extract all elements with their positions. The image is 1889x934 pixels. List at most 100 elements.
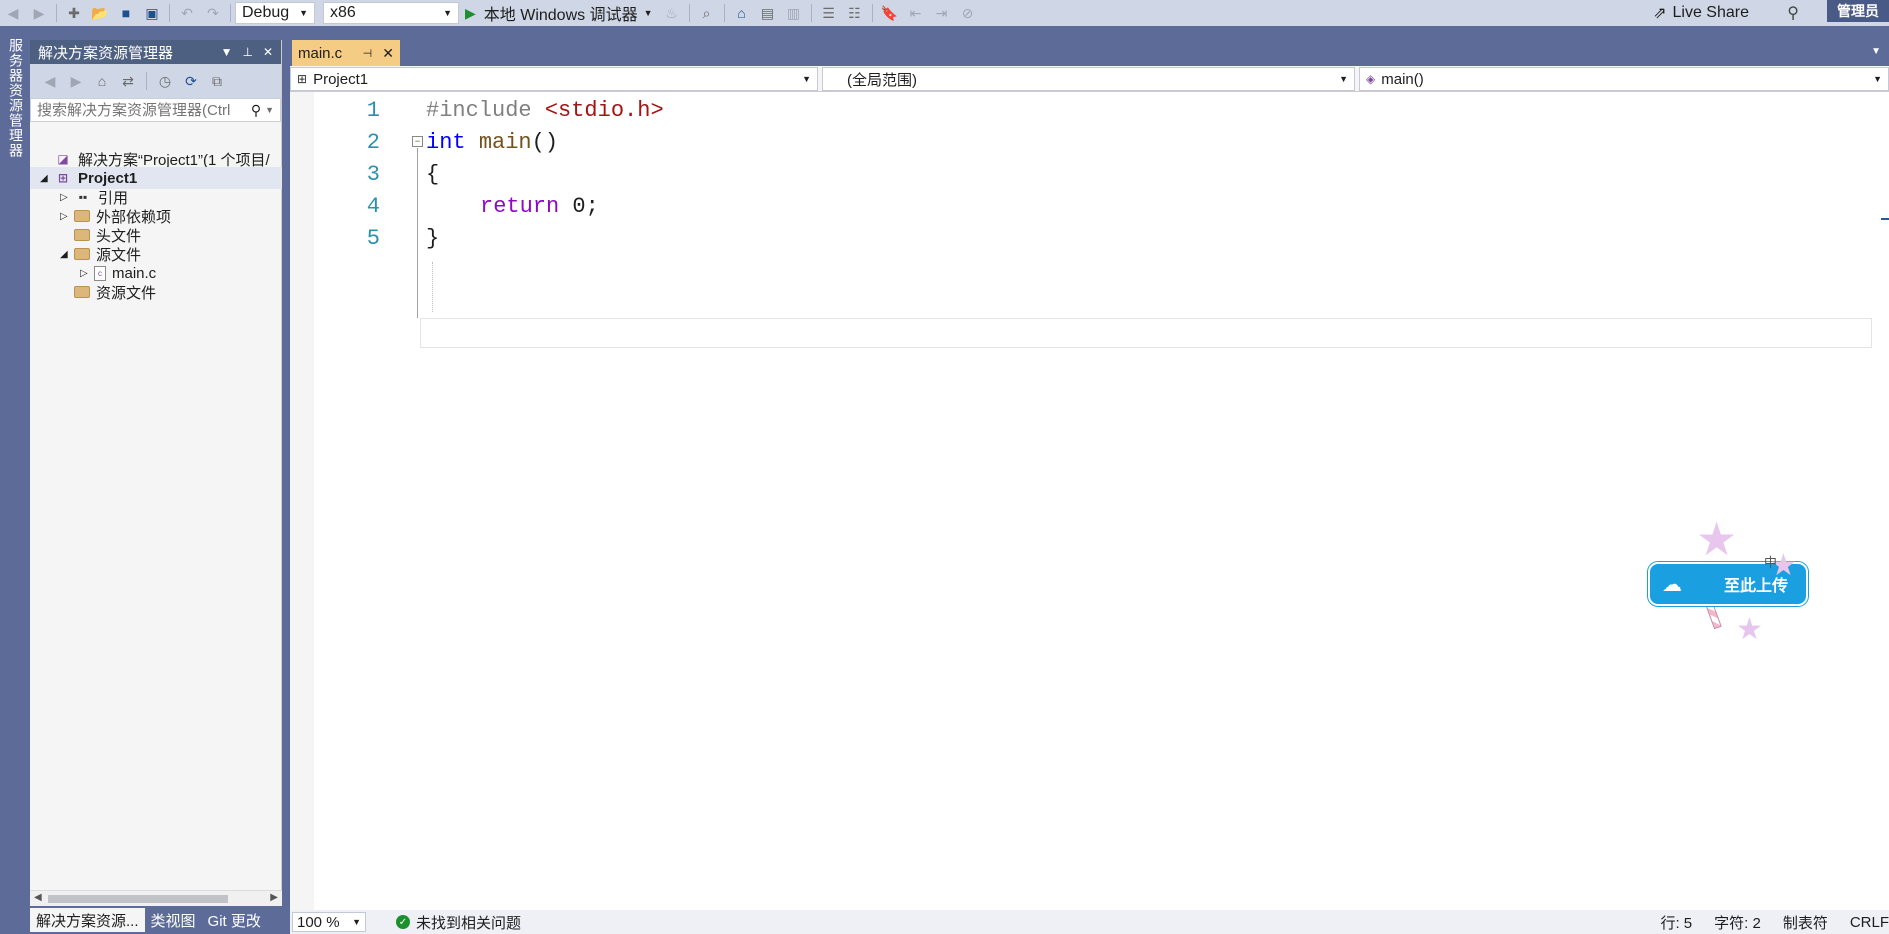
toolbar-separator (723, 4, 725, 22)
toolbar-separator (871, 4, 873, 22)
sync-icon[interactable]: ⟳ (181, 71, 201, 91)
tab-class-view[interactable]: 类视图 (145, 909, 202, 931)
collapse-icon[interactable]: ▷ (60, 211, 74, 222)
collapse-icon[interactable]: ▷ (80, 268, 94, 279)
scroll-left-icon[interactable]: ◀ (34, 892, 42, 903)
zoom-dropdown[interactable]: 100 % ▼ (292, 912, 366, 932)
forward-icon[interactable]: ▶ (66, 71, 86, 91)
paren-token: () (531, 129, 559, 155)
new-project-icon[interactable]: ✚ (63, 3, 85, 23)
code-editor[interactable]: − 1 #include <stdio.h> 2 int main() 3 { … (290, 92, 1889, 910)
collapse-all-icon[interactable]: ⧉ (207, 71, 227, 91)
char-indicator[interactable]: 字符: 2 (1714, 912, 1761, 933)
horizontal-scrollbar[interactable]: ◀ ▶ (30, 890, 282, 906)
share-icon: ⇗ (1653, 5, 1667, 22)
pending-changes-icon[interactable]: ◷ (155, 71, 175, 91)
member-dropdown[interactable]: ◈ main() ▼ (1359, 67, 1889, 91)
expand-icon[interactable]: ◢ (40, 173, 54, 184)
platform-dropdown[interactable]: x86 ▼ (323, 2, 459, 24)
clear-bookmarks-icon[interactable]: ⊘ (957, 3, 979, 23)
chevron-down-icon: ▼ (443, 8, 452, 18)
code-line-4[interactable]: 4 return 0; (290, 190, 1889, 222)
project-icon: ⊞ (297, 72, 308, 86)
chevron-down-icon: ▼ (352, 917, 361, 927)
code-text: int main() (426, 130, 558, 155)
panel-bottom-tabs: 解决方案资源... 类视图 Git 更改 (30, 906, 282, 934)
uncomment-icon[interactable]: ▥ (783, 3, 805, 23)
search-icon[interactable]: ⚲ (251, 102, 261, 119)
prev-bookmark-icon[interactable]: ⇤ (905, 3, 927, 23)
tabs-indicator[interactable]: 制表符 (1783, 912, 1828, 933)
chevron-down-icon[interactable]: ▼ (265, 105, 274, 115)
collapse-icon[interactable]: ▷ (60, 192, 74, 203)
start-debugging-label: 本地 Windows 调试器 (483, 7, 638, 24)
document-tab-strip: main.c ⊣ ✕ ▼ (290, 40, 1889, 66)
switch-views-icon[interactable]: ⇄ (118, 71, 138, 91)
code-line-3[interactable]: 3 { (290, 158, 1889, 190)
search-input[interactable] (37, 101, 251, 119)
zoom-value: 100 % (297, 913, 340, 931)
find-icon[interactable]: ⌕ (696, 3, 718, 23)
toolbar-separator (810, 4, 812, 22)
expand-icon[interactable]: ◢ (60, 249, 74, 260)
tab-solution-explorer[interactable]: 解决方案资源... (30, 908, 145, 932)
status-right-group: 行: 5 字符: 2 制表符 CRLF (1638, 910, 1889, 934)
close-icon[interactable]: ✕ (382, 45, 394, 62)
home-icon[interactable]: ⌂ (92, 71, 112, 91)
save-icon[interactable]: ■ (115, 3, 137, 23)
line-indicator[interactable]: 行: 5 (1660, 912, 1692, 933)
person-icon[interactable]: ⚲ (1787, 3, 1799, 23)
chevron-down-icon[interactable]: ▼ (644, 8, 653, 18)
references-icon: ▪▪ (78, 190, 88, 204)
redo-icon[interactable]: ↷ (202, 3, 224, 23)
configuration-dropdown[interactable]: Debug ▼ (235, 2, 315, 24)
tab-main-c[interactable]: main.c ⊣ ✕ (292, 40, 400, 66)
close-icon[interactable]: ✕ (263, 45, 273, 59)
window-options-icon[interactable]: ▼ (221, 45, 233, 59)
comment-icon[interactable]: ▤ (757, 3, 779, 23)
undo-icon[interactable]: ↶ (176, 3, 198, 23)
panel-title: 解决方案资源管理器 (38, 44, 174, 62)
eol-indicator[interactable]: CRLF (1850, 914, 1889, 931)
back-icon[interactable]: ◀ (2, 3, 24, 23)
scroll-thumb[interactable] (48, 895, 228, 903)
indent-icon[interactable]: ☰ (818, 3, 840, 23)
server-explorer-tab[interactable]: 服务器资源管理器 (6, 38, 26, 158)
pin-icon[interactable]: ⊣ (363, 47, 373, 60)
play-icon: ▶ (465, 4, 476, 21)
code-text: #include <stdio.h> (426, 98, 664, 123)
issues-indicator[interactable]: ✓ 未找到相关问题 (396, 912, 521, 933)
forward-icon[interactable]: ▶ (28, 3, 50, 23)
chevron-down-icon: ▼ (1873, 74, 1882, 84)
current-line-highlight (420, 318, 1872, 348)
toolbar-separator (56, 4, 57, 22)
configuration-value: Debug (242, 4, 290, 21)
save-all-icon[interactable]: ▣ (141, 3, 163, 23)
member-value: main() (1381, 70, 1424, 88)
back-icon[interactable]: ◀ (40, 71, 60, 91)
line-number: 2 (366, 129, 380, 155)
line-number: 4 (366, 193, 380, 219)
toolbar-separator (230, 4, 231, 22)
scope-dropdown[interactable]: (全局范围) ▼ (822, 67, 1355, 91)
pin-icon[interactable]: ⊥ (242, 45, 252, 59)
code-text: } (426, 225, 440, 251)
outdent-icon[interactable]: ☷ (844, 3, 866, 23)
flame-icon[interactable]: ♨ (661, 3, 683, 23)
code-line-1[interactable]: 1 #include <stdio.h> (290, 94, 1889, 126)
open-folder-icon[interactable]: 📂 (89, 3, 111, 23)
start-debugging-button[interactable]: ▶ 本地 Windows 调试器 ▼ (459, 2, 659, 25)
code-line-2[interactable]: 2 int main() (290, 126, 1889, 158)
scroll-right-icon[interactable]: ▶ (270, 892, 278, 903)
tree-item-resource-files[interactable]: 资源文件 (60, 281, 156, 303)
tab-label: main.c (298, 44, 343, 62)
code-line-5[interactable]: 5 } (290, 222, 1889, 254)
project-dropdown[interactable]: ⊞ Project1 ▼ (290, 67, 818, 91)
tab-overflow-icon[interactable]: ▼ (1871, 46, 1881, 57)
home-icon[interactable]: ⌂ (731, 3, 753, 23)
live-share-button[interactable]: ⇗ Live Share (1653, 0, 1749, 26)
solution-search-box[interactable]: ⚲ ▼ (30, 98, 281, 122)
bookmark-icon[interactable]: 🔖 (879, 3, 901, 23)
tab-git-changes[interactable]: Git 更改 (202, 909, 267, 931)
next-bookmark-icon[interactable]: ⇥ (931, 3, 953, 23)
